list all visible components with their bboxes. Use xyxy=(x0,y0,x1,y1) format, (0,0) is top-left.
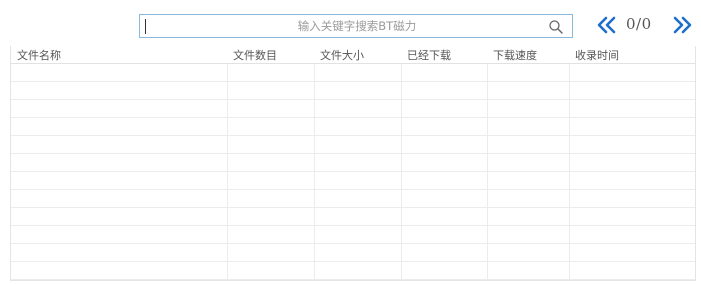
table-row[interactable] xyxy=(11,64,695,82)
column-header-name[interactable]: 文件名称 xyxy=(17,47,61,63)
table-header: 文件名称 文件数目 文件大小 已经下载 下载速度 收录时间 xyxy=(11,46,695,64)
table-row[interactable] xyxy=(11,208,695,226)
table-row[interactable] xyxy=(11,154,695,172)
table-body xyxy=(11,64,695,280)
table-row[interactable] xyxy=(11,190,695,208)
table-row[interactable] xyxy=(11,118,695,136)
table-row[interactable] xyxy=(11,244,695,262)
double-chevron-left-icon[interactable] xyxy=(595,13,619,37)
column-header-speed[interactable]: 下载速度 xyxy=(493,47,537,63)
column-divider xyxy=(487,64,488,280)
table-row[interactable] xyxy=(11,82,695,100)
column-header-size[interactable]: 文件大小 xyxy=(320,47,364,63)
double-chevron-right-icon[interactable] xyxy=(670,13,694,37)
column-header-time[interactable]: 收录时间 xyxy=(575,47,619,63)
column-divider xyxy=(227,64,228,280)
search-input[interactable] xyxy=(142,16,542,36)
table-row[interactable] xyxy=(11,172,695,190)
table-row[interactable] xyxy=(11,262,695,280)
search-icon[interactable] xyxy=(548,19,564,35)
column-header-downloaded[interactable]: 已经下载 xyxy=(407,47,451,63)
table-row[interactable] xyxy=(11,100,695,118)
torrent-search-panel: 0/0 文件名称 文件数目 文件大小 已经下载 下载速度 收录时间 xyxy=(0,0,701,285)
column-divider xyxy=(401,64,402,280)
table-row[interactable] xyxy=(11,136,695,154)
column-header-count[interactable]: 文件数目 xyxy=(233,47,277,63)
page-indicator: 0/0 xyxy=(626,15,652,33)
table-row[interactable] xyxy=(11,226,695,244)
search-box[interactable] xyxy=(139,14,573,38)
column-divider xyxy=(569,64,570,280)
column-divider xyxy=(314,64,315,280)
results-table: 文件名称 文件数目 文件大小 已经下载 下载速度 收录时间 xyxy=(10,46,696,281)
